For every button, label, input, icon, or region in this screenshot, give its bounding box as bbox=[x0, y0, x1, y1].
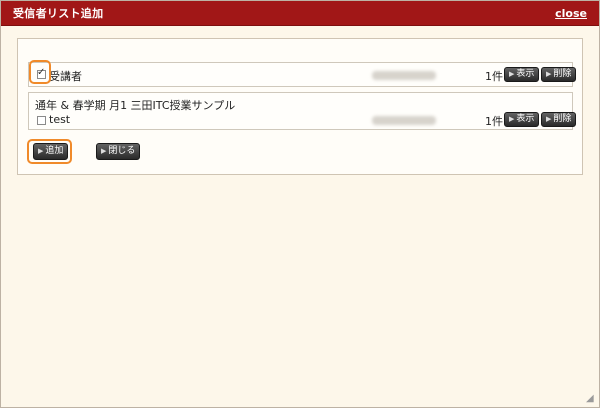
course-name: 通年 & 春学期 月1 三田ITC授業サンプル bbox=[35, 99, 236, 112]
play-arrow-icon: ▶ bbox=[101, 147, 107, 155]
list-count: 1件 bbox=[485, 70, 503, 83]
list-name: 受講者 bbox=[49, 70, 82, 83]
resize-grip-icon[interactable]: ◢ bbox=[586, 394, 596, 404]
list-item: 通年 & 春学期 月1 三田ITC授業サンプル test 1件 ▶ 表示 ▶ 削… bbox=[28, 92, 577, 130]
list-name: test bbox=[49, 113, 71, 126]
show-button[interactable]: ▶ 表示 bbox=[504, 112, 540, 127]
play-arrow-icon: ▶ bbox=[509, 70, 515, 78]
close-link[interactable]: close bbox=[555, 7, 587, 20]
play-arrow-icon: ▶ bbox=[38, 147, 44, 155]
add-button-label: 追加 bbox=[45, 146, 64, 156]
show-button[interactable]: ▶ 表示 bbox=[504, 67, 540, 82]
list-item: 受講者 1件 ▶ 表示 ▶ 削除 bbox=[28, 62, 577, 87]
delete-button-label: 削除 bbox=[553, 69, 572, 79]
list-checkbox-test[interactable] bbox=[37, 116, 46, 125]
play-arrow-icon: ▶ bbox=[509, 115, 515, 123]
show-button-label: 表示 bbox=[516, 114, 535, 124]
dialog-titlebar: 受信者リスト追加 close bbox=[1, 1, 599, 26]
dialog-content: 受講者 1件 ▶ 表示 ▶ 削除 通年 & 春学期 月1 三田ITC授業サンプル… bbox=[17, 38, 583, 175]
list-checkbox-students[interactable] bbox=[37, 67, 46, 79]
add-recipient-list-dialog: 受信者リスト追加 close 受講者 1件 ▶ 表示 ▶ 削除 通年 & 春学期… bbox=[0, 0, 600, 408]
play-arrow-icon: ▶ bbox=[546, 70, 552, 78]
delete-button[interactable]: ▶ 削除 bbox=[541, 112, 577, 127]
close-button-label: 閉じる bbox=[108, 146, 136, 156]
dialog-title: 受信者リスト追加 bbox=[13, 7, 104, 20]
play-arrow-icon: ▶ bbox=[546, 115, 552, 123]
show-button-label: 表示 bbox=[516, 69, 535, 79]
delete-button[interactable]: ▶ 削除 bbox=[541, 67, 577, 82]
blurred-timestamp bbox=[372, 71, 436, 80]
blurred-timestamp bbox=[372, 116, 436, 125]
list-count: 1件 bbox=[485, 115, 503, 128]
add-button[interactable]: ▶ 追加 bbox=[33, 143, 69, 160]
close-button[interactable]: ▶ 閉じる bbox=[96, 143, 141, 160]
delete-button-label: 削除 bbox=[553, 114, 572, 124]
